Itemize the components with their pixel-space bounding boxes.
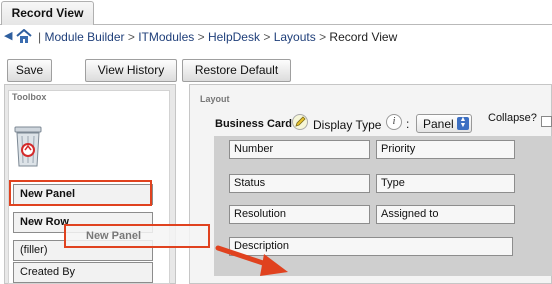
collapse-checkbox[interactable]: [541, 116, 552, 127]
panel-header: Business Card Display Type i : Panel ▲ ▼ …: [214, 112, 552, 136]
toolbox-title: Toolbox: [12, 92, 47, 102]
collapse-label: Collapse?: [488, 112, 537, 124]
restore-default-button[interactable]: Restore Default: [182, 59, 291, 82]
field-number[interactable]: Number: [229, 140, 370, 159]
back-arrow-icon[interactable]: ◀: [4, 30, 14, 42]
display-type-value: Panel: [423, 117, 454, 131]
drag-arrow-icon: [212, 238, 292, 280]
breadcrumb-current: Record View: [329, 30, 398, 44]
breadcrumb: | Module Builder > ITModules > HelpDesk …: [38, 30, 397, 44]
breadcrumb-itmodules[interactable]: ITModules: [138, 30, 194, 44]
info-icon[interactable]: i: [386, 114, 402, 130]
trash-icon[interactable]: [10, 125, 46, 169]
breadcrumb-arrow: >: [263, 30, 271, 44]
view-history-button[interactable]: View History: [85, 59, 177, 82]
save-button[interactable]: Save: [7, 59, 52, 82]
edit-pencil-icon[interactable]: [292, 114, 308, 130]
display-type-colon: :: [406, 117, 410, 131]
breadcrumb-helpdesk[interactable]: HelpDesk: [208, 30, 260, 44]
breadcrumb-arrow: >: [127, 30, 135, 44]
breadcrumb-layouts[interactable]: Layouts: [274, 30, 316, 44]
field-resolution[interactable]: Resolution: [229, 205, 370, 224]
display-type-label: Display Type: [313, 118, 382, 132]
layout-title: Layout: [200, 94, 230, 104]
field-type[interactable]: Type: [376, 174, 515, 193]
breadcrumb-pipe: |: [38, 30, 42, 44]
breadcrumb-arrow: >: [197, 30, 205, 44]
field-assigned-to[interactable]: Assigned to: [376, 205, 515, 224]
field-priority[interactable]: Priority: [376, 140, 515, 159]
dragged-new-panel[interactable]: New Panel: [64, 224, 210, 248]
new-panel-highlight: [9, 180, 152, 206]
tab-record-view[interactable]: Record View: [1, 1, 94, 25]
select-arrows-icon: ▲ ▼: [457, 116, 469, 130]
breadcrumb-module-builder[interactable]: Module Builder: [44, 30, 124, 44]
display-type-select[interactable]: Panel ▲ ▼: [416, 114, 472, 133]
breadcrumb-arrow: >: [319, 30, 327, 44]
panel-name: Business Card: [215, 118, 293, 130]
field-status[interactable]: Status: [229, 174, 370, 193]
home-icon[interactable]: [16, 28, 32, 43]
